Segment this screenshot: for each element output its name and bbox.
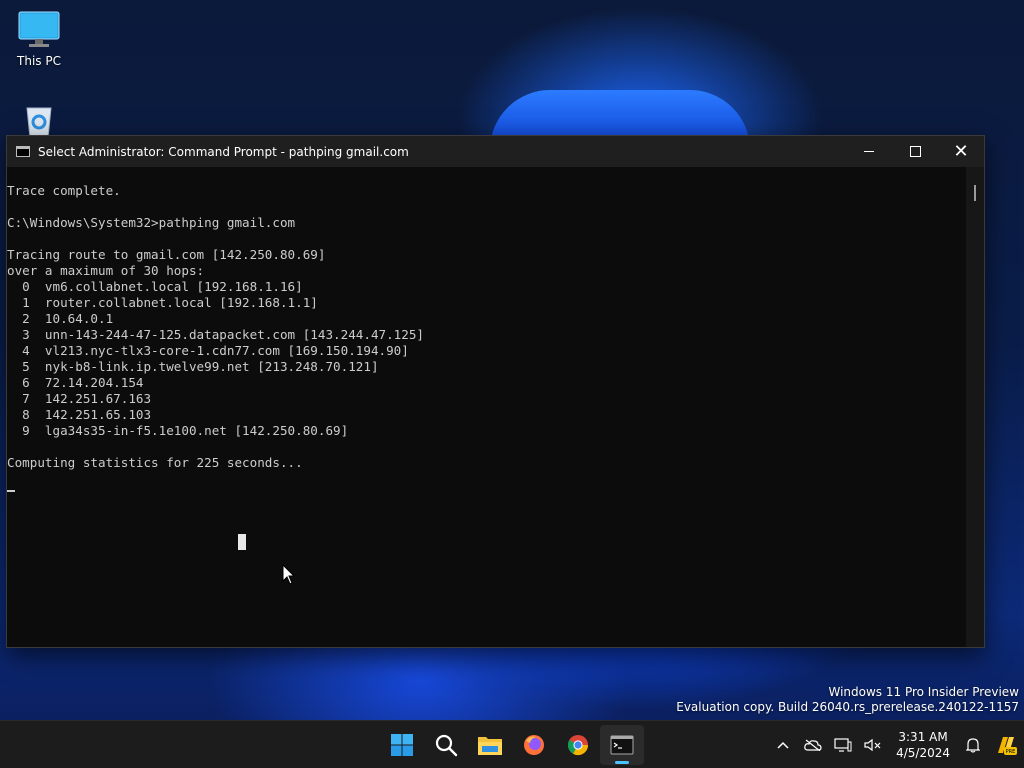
console-line: 4 vl213.nyc-tlx3-core-1.cdn77.com [169.1… [7,343,409,358]
terminal-icon [610,735,634,755]
recycle-bin-icon [26,107,52,138]
console-line: 9 lga34s35-in-f5.1e100.net [142.250.80.6… [7,423,349,438]
search-icon [435,734,458,757]
start-button[interactable] [380,725,424,765]
console-line: 2 10.64.0.1 [7,311,114,326]
start-icon [391,734,413,756]
watermark-build: Evaluation copy. Build 26040.rs_prerelea… [676,700,1019,714]
windows-watermark: Windows 11 Pro Insider Preview Evaluatio… [676,685,1019,715]
copilot-pre-icon: PRE [998,737,1017,755]
maximize-button[interactable] [892,136,938,167]
file-explorer-button[interactable] [468,725,512,765]
network-icon [834,738,852,752]
console-line: 6 72.14.204.154 [7,375,144,390]
text-selection-cursor [238,534,246,550]
search-button[interactable] [424,725,468,765]
console-line: Tracing route to gmail.com [142.250.80.6… [7,247,326,262]
console-line: 3 unn-143-244-47-125.datapacket.com [143… [7,327,425,342]
console-line: 0 vm6.collabnet.local [192.168.1.16] [7,279,303,294]
console-prompt-line [7,471,967,492]
network-button[interactable] [828,725,858,765]
cmd-app-icon [16,146,30,157]
console-line: C:\Windows\System32>pathping gmail.com [7,215,296,230]
computer-icon [18,11,60,47]
notifications-button[interactable] [958,725,988,765]
terminal-button[interactable] [600,725,644,765]
taskbar-clock[interactable]: 3:31 AM 4/5/2024 [888,729,958,761]
console-output[interactable]: Trace complete. C:\Windows\System32>pathp… [7,167,967,647]
console-line: 5 nyk-b8-link.ip.twelve99.net [213.248.7… [7,359,379,374]
taskbar-apps [380,721,644,768]
firefox-icon [524,735,544,755]
window-title: Select Administrator: Command Prompt - p… [38,144,409,159]
show-hidden-icons-button[interactable] [768,725,798,765]
console-scrollbar[interactable] [966,167,984,647]
cloud-offline-icon [804,739,822,751]
volume-muted-icon [864,738,881,752]
window-titlebar[interactable]: Select Administrator: Command Prompt - p… [7,136,984,167]
console-line: 8 142.251.65.103 [7,407,152,422]
close-button[interactable]: ✕ [938,136,984,167]
onedrive-button[interactable] [798,725,828,765]
console-line: 7 142.251.67.163 [7,391,152,406]
system-tray: 3:31 AM 4/5/2024 PRE [768,721,1024,768]
file-explorer-icon [478,737,502,755]
chrome-button[interactable] [556,725,600,765]
bell-icon [966,738,980,753]
firefox-button[interactable] [512,725,556,765]
clock-date: 4/5/2024 [896,746,950,760]
watermark-edition: Windows 11 Pro Insider Preview [828,685,1019,699]
scrollbar-thumb[interactable] [974,185,976,201]
mouse-pointer-icon [282,564,296,585]
svg-text:PRE: PRE [1006,749,1016,755]
desktop-icon-label: This PC [17,54,61,68]
clock-time: 3:31 AM [898,730,948,744]
minimize-button[interactable] [846,136,892,167]
copilot-button[interactable]: PRE [988,725,1024,765]
volume-button[interactable] [858,725,888,765]
command-prompt-window[interactable]: Select Administrator: Command Prompt - p… [6,135,985,648]
console-line: 1 router.collabnet.local [192.168.1.1] [7,295,318,310]
console-line: Computing statistics for 225 seconds... [7,455,303,470]
taskbar: 3:31 AM 4/5/2024 PRE [0,720,1024,768]
chrome-icon [567,735,589,756]
console-line: over a maximum of 30 hops: [7,263,205,278]
desktop-icon-this-pc[interactable]: This PC [7,10,71,68]
console-cursor [7,490,15,492]
console-line: Trace complete. [7,183,121,198]
chevron-up-icon [777,741,789,749]
